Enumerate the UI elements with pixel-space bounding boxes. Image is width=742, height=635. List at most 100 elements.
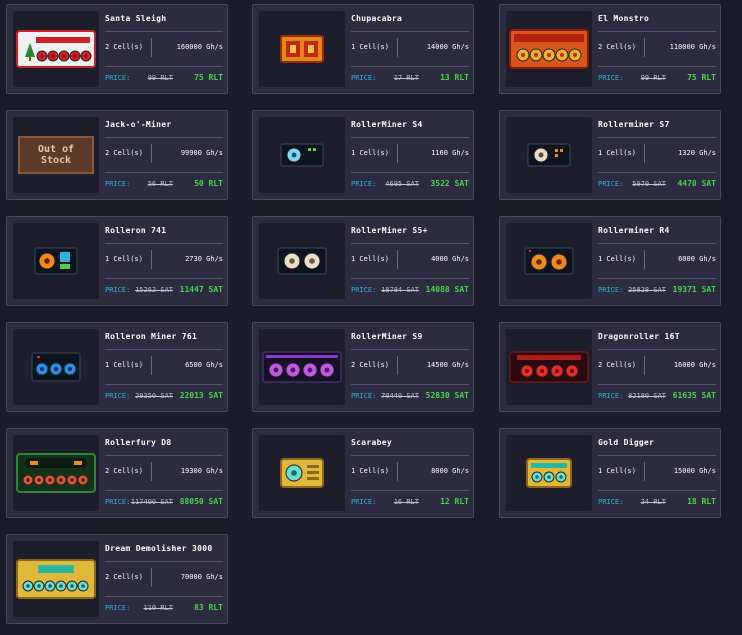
miner-image[interactable] xyxy=(506,435,592,511)
rollerminer-s5plus-icon xyxy=(277,247,327,275)
miner-card[interactable]: Dream Demolisher 3000 2 Cell(s) 70000 Gh… xyxy=(6,534,228,624)
miner-name: Rollerminer S7 xyxy=(598,120,670,129)
sale-price[interactable]: 18 RLT xyxy=(687,497,716,506)
miner-image[interactable] xyxy=(506,329,592,405)
divider xyxy=(105,455,223,456)
price-label: PRICE: xyxy=(351,286,377,294)
miner-card[interactable]: Scarabey 1 Cell(s) 8000 Gh/s PRICE: 16 R… xyxy=(252,428,474,518)
miner-image[interactable] xyxy=(506,223,592,299)
divider xyxy=(644,356,645,375)
sale-price[interactable]: 11447 SAT xyxy=(180,285,223,294)
price-label: PRICE: xyxy=(105,498,131,506)
cell-count: 1 Cell(s) xyxy=(598,467,636,475)
miner-image[interactable] xyxy=(259,329,345,405)
rollerminer-s9-icon xyxy=(262,351,342,383)
sale-price[interactable]: 14088 SAT xyxy=(426,285,469,294)
miner-name: Jack-o'-Miner xyxy=(105,120,172,129)
miner-card[interactable]: Rolleron Miner 761 1 Cell(s) 6500 Gh/s P… xyxy=(6,322,228,412)
miner-image[interactable] xyxy=(13,435,99,511)
miner-card[interactable]: RollerMiner S5+ 1 Cell(s) 4000 Gh/s PRIC… xyxy=(252,216,474,306)
divider xyxy=(397,250,398,269)
miner-name: El Monstro xyxy=(598,14,650,23)
miner-image[interactable] xyxy=(259,435,345,511)
divider xyxy=(644,250,645,269)
hash-power: 15000 Gh/s xyxy=(673,467,716,475)
miner-card[interactable]: Dragonroller 16T 2 Cell(s) 16000 Gh/s PR… xyxy=(499,322,721,412)
miner-image[interactable] xyxy=(13,541,99,617)
miner-name: Scarabey xyxy=(351,438,392,447)
miner-image[interactable] xyxy=(259,223,345,299)
price-label: PRICE: xyxy=(351,498,377,506)
sale-price[interactable]: 4470 SAT xyxy=(677,179,716,188)
miner-card[interactable]: Chupacabra 1 Cell(s) 14000 Gh/s PRICE: 1… xyxy=(252,4,474,94)
miner-name: RollerMiner S5+ xyxy=(351,226,428,235)
sale-price[interactable]: 75 RLT xyxy=(687,73,716,82)
miner-image[interactable] xyxy=(506,11,592,87)
sale-price[interactable]: 50 RLT xyxy=(194,179,223,188)
miner-card[interactable]: Gold Digger 1 Cell(s) 15000 Gh/s PRICE: … xyxy=(499,428,721,518)
hash-power: 6500 Gh/s xyxy=(185,361,223,369)
miner-image[interactable] xyxy=(259,117,345,193)
miner-card[interactable]: Rolleron 741 1 Cell(s) 2730 Gh/s PRICE: … xyxy=(6,216,228,306)
miner-name: Gold Digger xyxy=(598,438,655,447)
divider xyxy=(598,455,716,456)
miner-card[interactable]: Rollerminer R4 1 Cell(s) 6000 Gh/s PRICE… xyxy=(499,216,721,306)
sale-price[interactable]: 52830 SAT xyxy=(426,391,469,400)
miner-image[interactable]: Out of Stock xyxy=(13,117,99,193)
cell-count: 2 Cell(s) xyxy=(598,43,636,51)
divider xyxy=(598,384,716,385)
cell-count: 2 Cell(s) xyxy=(105,467,143,475)
sale-price[interactable]: 3522 SAT xyxy=(430,179,469,188)
divider xyxy=(105,596,223,597)
hash-power: 16000 Gh/s xyxy=(673,361,716,369)
divider xyxy=(151,250,152,269)
miner-image[interactable] xyxy=(13,329,99,405)
sale-price[interactable]: 88050 SAT xyxy=(180,497,223,506)
hash-power: 19300 Gh/s xyxy=(180,467,223,475)
miner-name: RollerMiner S9 xyxy=(351,332,423,341)
miner-image[interactable] xyxy=(13,11,99,87)
old-price: 70440 SAT xyxy=(381,392,419,400)
sale-price[interactable]: 22013 SAT xyxy=(180,391,223,400)
divider xyxy=(105,66,223,67)
miner-image[interactable] xyxy=(13,223,99,299)
miner-card[interactable]: Santa Sleigh 2 Cell(s) 160000 Gh/s PRICE… xyxy=(6,4,228,94)
rollerminer-s4-icon xyxy=(280,143,324,167)
miner-card[interactable]: RollerMiner S9 2 Cell(s) 14500 Gh/s PRIC… xyxy=(252,322,474,412)
divider xyxy=(397,356,398,375)
divider xyxy=(351,31,469,32)
sale-price[interactable]: 13 RLT xyxy=(440,73,469,82)
divider xyxy=(151,144,152,163)
sale-price[interactable]: 75 RLT xyxy=(194,73,223,82)
miner-card[interactable]: Rollerfury D8 2 Cell(s) 19300 Gh/s PRICE… xyxy=(6,428,228,518)
divider xyxy=(598,137,716,138)
sale-price[interactable]: 19371 SAT xyxy=(673,285,716,294)
sale-price[interactable]: 83 RLT xyxy=(194,603,223,612)
old-price: 117400 SAT xyxy=(130,498,173,506)
price-label: PRICE: xyxy=(598,74,624,82)
old-price: 18784 SAT xyxy=(381,286,419,294)
divider xyxy=(397,38,398,57)
divider xyxy=(151,356,152,375)
divider xyxy=(105,243,223,244)
old-price: 99 RLT xyxy=(147,74,173,82)
scarabey-miner-icon xyxy=(280,458,324,488)
old-price: 15262 SAT xyxy=(135,286,173,294)
hash-power: 14000 Gh/s xyxy=(426,43,469,51)
miner-card[interactable]: Out of Stock Jack-o'-Miner 2 Cell(s) 999… xyxy=(6,110,228,200)
sale-price[interactable]: 12 RLT xyxy=(440,497,469,506)
miner-card[interactable]: Rollerminer S7 1 Cell(s) 1320 Gh/s PRICE… xyxy=(499,110,721,200)
divider xyxy=(105,384,223,385)
divider xyxy=(644,462,645,481)
rollerminer-r4-icon xyxy=(524,247,574,275)
old-price: 24 RLT xyxy=(640,498,666,506)
sale-price[interactable]: 61635 SAT xyxy=(673,391,716,400)
divider xyxy=(105,561,223,562)
miner-image[interactable] xyxy=(259,11,345,87)
rollerfury-d8-icon xyxy=(16,453,96,493)
gold-digger-miner-icon xyxy=(526,458,572,488)
miner-card[interactable]: El Monstro 2 Cell(s) 110000 Gh/s PRICE: … xyxy=(499,4,721,94)
miner-card[interactable]: RollerMiner S4 1 Cell(s) 1160 Gh/s PRICE… xyxy=(252,110,474,200)
miner-image[interactable] xyxy=(506,117,592,193)
hash-power: 110000 Gh/s xyxy=(669,43,716,51)
